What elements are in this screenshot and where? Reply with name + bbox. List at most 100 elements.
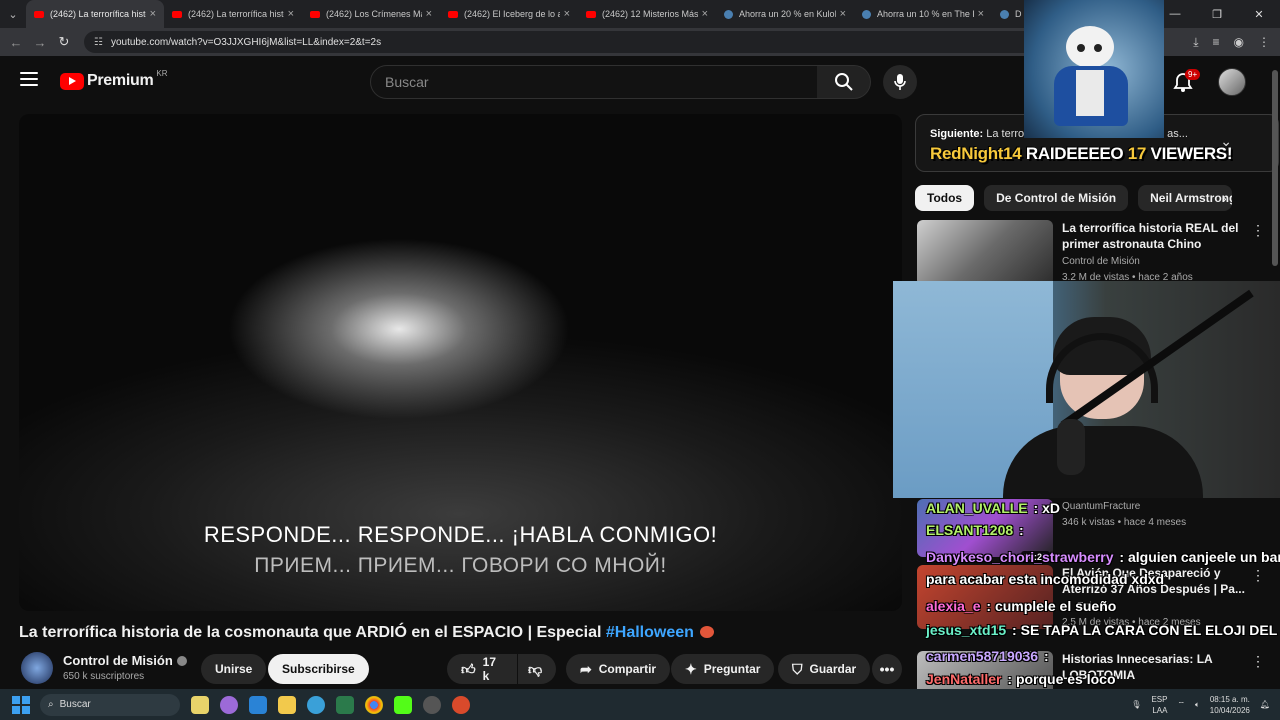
browser-tab[interactable]: Ahorra un 10 % en The Fi × (854, 0, 992, 28)
wifi-icon[interactable]: ⌔ (1177, 700, 1185, 710)
url-field[interactable]: ☷ youtube.com/watch?v=O3JJXGHI6jM&list=L… (84, 31, 1044, 53)
tab-title: (2462) La terrorífica histor (188, 9, 284, 19)
raid-user: RedNight14 (930, 144, 1022, 163)
browser-tab[interactable]: (2462) La terrorífica histo × (26, 0, 164, 28)
widgets-icon[interactable] (191, 695, 209, 714)
chat-separator: : (1115, 549, 1128, 565)
edge-icon[interactable] (307, 695, 325, 714)
kick-icon[interactable] (394, 695, 412, 714)
tab-title: Ahorra un 20 % en KuloN (739, 9, 836, 19)
search-input[interactable]: Buscar (370, 65, 818, 99)
youtube-icon (172, 10, 182, 18)
copilot-icon[interactable] (220, 695, 238, 714)
dislike-button[interactable]: 👎︎ (518, 654, 556, 684)
chat-text: para acabar esta incomodidad xdxd (926, 571, 1165, 587)
chip-channel[interactable]: De Control de Misión (984, 185, 1129, 211)
forward-button[interactable]: → (28, 35, 52, 50)
volume-icon[interactable]: 🔈︎ (1195, 700, 1200, 710)
search-button[interactable] (817, 65, 871, 99)
youtube-icon (586, 10, 596, 18)
rec-title[interactable]: La terrorífica historia REAL del primer … (1062, 220, 1252, 252)
chevron-right-icon[interactable]: › (1222, 190, 1227, 206)
recommendation-item[interactable]: La terrorífica historia REAL del primer … (915, 220, 1265, 290)
account-avatar[interactable] (1218, 68, 1246, 96)
close-tab-icon[interactable]: × (702, 8, 708, 20)
profile-icon[interactable]: ◉ (1234, 35, 1244, 49)
more-actions-button[interactable]: ••• (872, 654, 902, 684)
lang-2: LAA (1152, 705, 1168, 715)
browser-tab[interactable]: (2462) La terrorífica histor × (164, 0, 302, 28)
channel-name[interactable]: Control de Misión (63, 653, 187, 668)
browser-tab[interactable]: (2462) Los Crímenes Más × (302, 0, 440, 28)
chip-all[interactable]: Todos (915, 185, 975, 211)
more-options-icon[interactable]: ⋮ (1251, 653, 1265, 670)
voice-search-button[interactable] (883, 65, 917, 99)
raid-gif (1024, 0, 1164, 138)
close-tab-icon[interactable]: × (426, 8, 432, 20)
share-button[interactable]: ➦ Compartir (566, 654, 671, 684)
chat-message: jesus_xtd15 : SE TAPA LA CARA CON EL ELO… (926, 619, 1277, 641)
menu-icon[interactable] (20, 72, 38, 86)
save-label: Guardar (809, 662, 857, 676)
chat-text: alguien canjeele un ban (1128, 549, 1280, 565)
scrollbar[interactable] (1272, 70, 1278, 266)
video-thumbnail[interactable] (917, 220, 1053, 286)
close-tab-icon[interactable]: × (288, 8, 294, 20)
subscribe-button[interactable]: Subscribirse (268, 654, 369, 684)
browser-tab[interactable]: (2462) 12 Misterios Más F × (578, 0, 716, 28)
windows-start-icon[interactable] (12, 695, 30, 714)
notification-center-icon[interactable]: 🔔︎ (1260, 700, 1270, 709)
close-tab-icon[interactable]: × (564, 8, 570, 20)
youtube-play-icon (60, 72, 84, 90)
ask-label: Preguntar (703, 662, 761, 676)
save-button[interactable]: ⛉ Guardar (778, 654, 871, 684)
webcam-overlay (893, 281, 1280, 498)
url-text: youtube.com/watch?v=O3JJXGHI6jM&list=LL&… (110, 36, 382, 48)
youtube-premium-logo[interactable]: Premium KR (60, 69, 168, 90)
chat-separator: : (1015, 522, 1024, 538)
chip-neil-armstrong[interactable]: Neil Armstrong (1138, 185, 1233, 211)
more-options-icon[interactable]: ⋮ (1251, 567, 1265, 584)
chrome-icon[interactable] (365, 695, 383, 714)
close-window-button[interactable]: ✕ (1238, 0, 1280, 28)
chat-message: para acabar esta incomodidad xdxd (926, 568, 1164, 590)
language-indicator[interactable]: ESP LAA (1151, 694, 1167, 716)
search-icon (834, 73, 853, 91)
more-options-icon[interactable]: ⋮ (1251, 222, 1265, 239)
firefox-icon[interactable] (452, 695, 470, 714)
maximize-button[interactable]: ❐ (1196, 0, 1238, 28)
browser-tab[interactable]: Ahorra un 20 % en KuloN × (716, 0, 854, 28)
tab-title: (2462) El Iceberg de lo atr (464, 9, 560, 19)
tab-title: (2462) Los Crímenes Más (326, 9, 422, 19)
browser-tab[interactable]: (2462) El Iceberg de lo atr × (440, 0, 578, 28)
file-explorer-icon[interactable] (278, 695, 296, 714)
obs-icon[interactable] (423, 695, 441, 714)
logo-text: Premium (87, 72, 154, 89)
chat-username: ALAN_UVALLE (926, 500, 1028, 516)
download-icon[interactable]: ⤓ (1193, 35, 1198, 50)
channel-avatar[interactable] (21, 652, 53, 684)
rec-channel[interactable]: Control de Misión (1062, 256, 1140, 267)
reload-button[interactable]: ↻ (52, 34, 76, 50)
chat-username: alexia_e (926, 598, 981, 614)
rec-channel[interactable]: QuantumFracture (1062, 501, 1140, 512)
site-info-icon[interactable]: ☷ (94, 37, 103, 48)
taskbar-search[interactable]: ⌕ Buscar (40, 693, 180, 716)
close-tab-icon[interactable]: × (840, 8, 846, 20)
steam-icon (862, 9, 871, 19)
back-button[interactable]: ← (4, 35, 28, 50)
tab-search-button[interactable]: ⌄ (0, 0, 26, 28)
xbox-icon[interactable] (336, 695, 354, 714)
ask-button[interactable]: ✦ Preguntar (671, 654, 775, 684)
mic-tray-icon[interactable]: 🎙︎ (1131, 700, 1141, 709)
join-button[interactable]: Unirse (201, 654, 267, 684)
hashtag-link[interactable]: #Halloween (606, 624, 694, 641)
close-tab-icon[interactable]: × (150, 8, 156, 20)
close-tab-icon[interactable]: × (978, 8, 984, 20)
video-player[interactable]: RESPONDE... RESPONDE... ¡HABLA CONMIGO! … (19, 114, 902, 611)
menu-icon[interactable]: ⋮ (1258, 35, 1270, 49)
clock[interactable]: 08:15 a. m. 10/04/2026 (1210, 694, 1250, 716)
media-icon[interactable]: ≡ (1213, 35, 1220, 49)
like-button[interactable]: 👍︎ 17 k (447, 654, 517, 684)
store-icon[interactable] (249, 695, 267, 714)
